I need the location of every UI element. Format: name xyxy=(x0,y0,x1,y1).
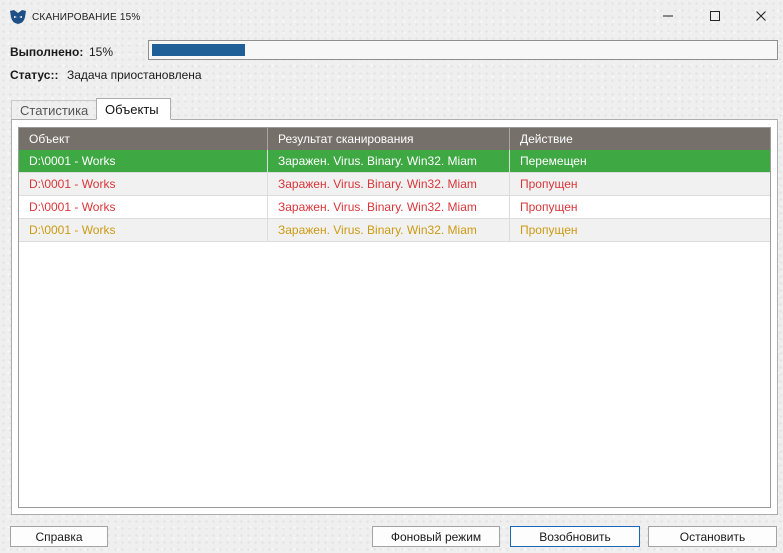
cell-object: D:\0001 - Works xyxy=(19,219,268,241)
cell-result: Заражен. Virus. Binary. Win32. Miam xyxy=(268,173,510,195)
minimize-icon xyxy=(663,15,673,17)
stop-button[interactable]: Остановить xyxy=(648,526,777,547)
tab-statistics[interactable]: Статистика xyxy=(11,100,97,120)
title-bar: СКАНИРОВАНИЕ 15% xyxy=(0,0,783,34)
objects-panel: Объект Результат сканирования Действие D… xyxy=(11,119,778,515)
cell-result: Заражен. Virus. Binary. Win32. Miam xyxy=(268,150,510,172)
progress-label: Выполнено: xyxy=(10,45,84,59)
table-row[interactable]: D:\0001 - Works Заражен. Virus. Binary. … xyxy=(19,150,770,173)
objects-table: Объект Результат сканирования Действие D… xyxy=(18,127,771,508)
table-row[interactable]: D:\0001 - Works Заражен. Virus. Binary. … xyxy=(19,173,770,196)
background-mode-button[interactable]: Фоновый режим xyxy=(372,526,500,547)
status-label: Статус:: xyxy=(10,68,59,82)
app-logo-icon xyxy=(10,10,26,24)
cell-result: Заражен. Virus. Binary. Win32. Miam xyxy=(268,219,510,241)
help-button[interactable]: Справка xyxy=(10,526,108,547)
status-value: Задача приостановлена xyxy=(67,68,202,82)
maximize-button[interactable] xyxy=(692,0,738,32)
tab-objects-label: Объекты xyxy=(105,101,159,117)
cell-object: D:\0001 - Works xyxy=(19,150,268,172)
cell-action: Пропущен xyxy=(520,177,578,191)
cell-action: Пропущен xyxy=(520,200,578,214)
progress-bar xyxy=(148,40,778,60)
close-icon xyxy=(756,11,766,21)
progress-bar-fill xyxy=(152,44,245,56)
tab-objects[interactable]: Объекты xyxy=(96,98,171,120)
column-header-object[interactable]: Объект xyxy=(19,128,268,150)
table-header: Объект Результат сканирования Действие xyxy=(19,128,770,150)
close-button[interactable] xyxy=(738,0,783,32)
table-row[interactable]: D:\0001 - Works Заражен. Virus. Binary. … xyxy=(19,196,770,219)
cell-action: Перемещен xyxy=(520,154,587,168)
progress-percent: 15% xyxy=(89,45,114,59)
column-header-action[interactable]: Действие xyxy=(510,128,770,150)
minimize-button[interactable] xyxy=(645,0,691,32)
cell-result: Заражен. Virus. Binary. Win32. Miam xyxy=(268,196,510,218)
resume-button[interactable]: Возобновить xyxy=(510,526,640,547)
window-title: СКАНИРОВАНИЕ 15% xyxy=(32,12,141,23)
tab-statistics-label: Статистика xyxy=(20,103,89,118)
table-row[interactable]: D:\0001 - Works Заражен. Virus. Binary. … xyxy=(19,219,770,242)
cell-object: D:\0001 - Works xyxy=(19,173,268,195)
cell-object: D:\0001 - Works xyxy=(19,196,268,218)
cell-action: Пропущен xyxy=(520,223,578,237)
column-header-result[interactable]: Результат сканирования xyxy=(268,128,510,150)
maximize-icon xyxy=(710,11,720,21)
